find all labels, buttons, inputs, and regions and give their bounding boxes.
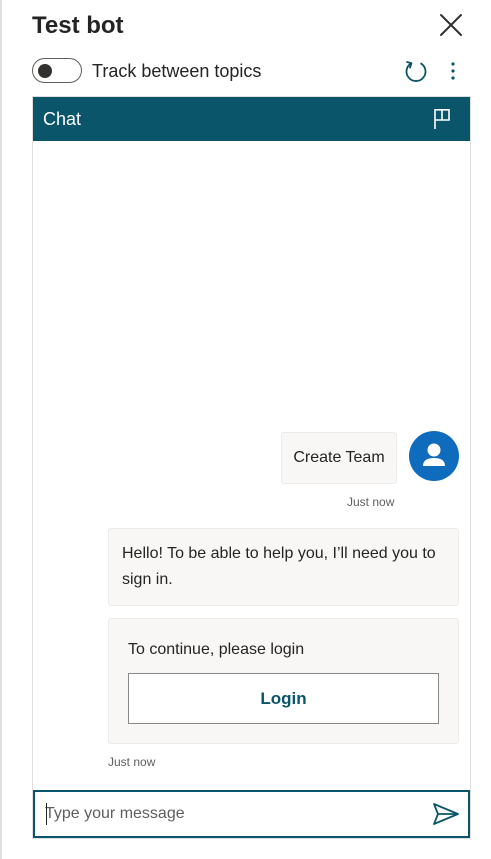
user-avatar-icon (423, 443, 445, 466)
flag-button[interactable] (430, 106, 456, 132)
chat-panel: Chat Create Team Just now Hello! To be a… (32, 96, 471, 839)
refresh-icon (405, 61, 427, 82)
send-icon (433, 803, 459, 825)
login-card-text: To continue, please login (128, 641, 305, 658)
more-options-button[interactable] (443, 58, 463, 84)
bot-message-bubble: Hello! To be able to help you, I’ll need… (108, 528, 459, 606)
more-vertical-icon (451, 62, 455, 80)
track-topics-toggle[interactable] (32, 58, 82, 83)
login-card: To continue, please login Login (108, 618, 459, 744)
text-caret (46, 803, 47, 825)
user-message-bubble: Create Team (281, 432, 397, 484)
chat-header: Chat (33, 97, 470, 141)
login-button[interactable]: Login (128, 673, 439, 724)
panel-title: Test bot (32, 12, 124, 39)
close-icon (440, 14, 462, 36)
chat-title: Chat (43, 109, 82, 129)
user-avatar (409, 431, 459, 481)
track-topics-label: Track between topics (92, 61, 262, 81)
bot-message-timestamp: Just now (108, 755, 156, 769)
send-button[interactable] (431, 801, 461, 827)
panel-left-border (0, 0, 2, 859)
toggle-knob (38, 63, 52, 78)
close-button[interactable] (436, 10, 466, 40)
message-input[interactable] (45, 800, 415, 828)
flag-icon (434, 109, 450, 129)
user-message-timestamp: Just now (347, 495, 395, 509)
message-input-box (33, 790, 470, 838)
refresh-button[interactable] (403, 58, 429, 84)
